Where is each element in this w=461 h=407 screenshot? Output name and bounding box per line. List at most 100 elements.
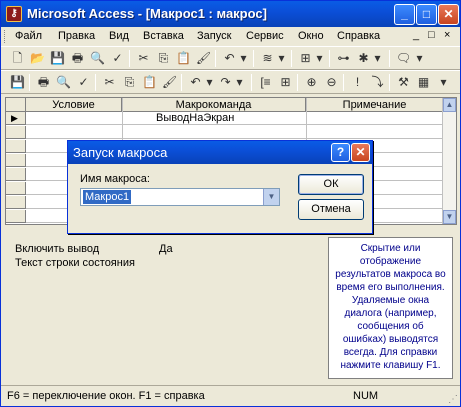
column-header-condition[interactable]: Условие bbox=[26, 98, 122, 112]
single-step-icon[interactable]: ⤵ bbox=[369, 74, 386, 91]
grid-header: Условие Макрокоманда Примечание bbox=[6, 98, 444, 112]
macro-names-icon[interactable]: [≡ bbox=[257, 74, 274, 91]
row-selector[interactable] bbox=[6, 154, 26, 167]
office-links-dropdown-icon[interactable]: ▾ bbox=[273, 50, 290, 67]
scroll-down-icon[interactable]: ▼ bbox=[443, 210, 456, 224]
menu-view[interactable]: Вид bbox=[109, 30, 129, 42]
insert-rows-icon[interactable]: ⊕ bbox=[303, 74, 320, 91]
relationships-icon[interactable]: ⊶ bbox=[335, 50, 352, 67]
help-icon[interactable]: 🗨 bbox=[395, 50, 412, 67]
menu-run[interactable]: Запуск bbox=[197, 30, 231, 42]
toolbar-separator bbox=[129, 50, 130, 67]
maximize-button[interactable]: □ bbox=[416, 4, 437, 25]
spelling-icon[interactable]: ✓ bbox=[109, 50, 126, 67]
copy-icon[interactable]: ⎘ bbox=[155, 50, 172, 67]
row-selector[interactable] bbox=[6, 168, 26, 181]
toolbar-separator bbox=[215, 50, 216, 67]
toolbar-separator bbox=[181, 74, 182, 91]
chevron-down-icon[interactable]: ▼ bbox=[263, 189, 279, 205]
toolbar-separator bbox=[343, 74, 344, 91]
menu-window[interactable]: Окно bbox=[298, 30, 324, 42]
delete-rows-icon[interactable]: ⊖ bbox=[323, 74, 340, 91]
scroll-up-icon[interactable]: ▲ bbox=[443, 98, 456, 112]
dialog-help-button[interactable]: ? bbox=[331, 143, 350, 162]
undo-dropdown-icon[interactable]: ▾ bbox=[201, 74, 218, 91]
ok-button[interactable]: ОК bbox=[298, 174, 364, 195]
standard-toolbar: 🗋 📂 💾 🖶 🔍 ✓ ✂ ⎘ 📋 🖌 ↶ ▾ ≋ ▾ ⊞ ▾ ⊶ ✱ ▾ 🗨 … bbox=[1, 46, 460, 70]
new-icon[interactable]: 🗋 bbox=[9, 50, 26, 67]
database-window-icon[interactable]: ▦ bbox=[415, 74, 432, 91]
column-header-action[interactable]: Макрокоманда bbox=[122, 98, 306, 112]
doc-minimize-button[interactable]: _ bbox=[413, 29, 419, 41]
paste-icon[interactable]: 📋 bbox=[141, 74, 158, 91]
row-selector[interactable] bbox=[6, 126, 26, 139]
close-button[interactable]: ✕ bbox=[438, 4, 459, 25]
arg-value-echo-on[interactable]: Да bbox=[159, 243, 173, 255]
menubar-grip[interactable] bbox=[4, 30, 7, 43]
table-row[interactable]: ▶ ВыводНаЭкран bbox=[6, 112, 444, 125]
run-macro-dialog: Запуск макроса ? ✕ Имя макроса: Макрос1 … bbox=[67, 140, 373, 234]
run-icon[interactable]: ! bbox=[349, 74, 366, 91]
help-text-box: Скрытие или отображение результатов макр… bbox=[328, 237, 453, 379]
paste-icon[interactable]: 📋 bbox=[175, 50, 192, 67]
build-icon[interactable]: ⚒ bbox=[395, 74, 412, 91]
format-painter-icon[interactable]: 🖌 bbox=[161, 74, 178, 91]
arg-label-status-text[interactable]: Текст строки состояния bbox=[15, 257, 135, 269]
toolbar-separator bbox=[291, 50, 292, 67]
save-icon[interactable]: 💾 bbox=[49, 50, 66, 67]
row-selector[interactable] bbox=[6, 140, 26, 153]
column-header-comment[interactable]: Примечание bbox=[306, 98, 444, 112]
toolbar-separator bbox=[329, 50, 330, 67]
macro-name-value[interactable]: Макрос1 bbox=[83, 190, 132, 204]
format-painter-icon[interactable]: 🖌 bbox=[195, 50, 212, 67]
toolbar-separator bbox=[253, 50, 254, 67]
access-key-icon[interactable]: ⚷ bbox=[6, 6, 22, 22]
row-selector[interactable] bbox=[6, 210, 26, 223]
toolbar-separator bbox=[297, 74, 298, 91]
print-icon[interactable]: 🖶 bbox=[35, 74, 52, 91]
spelling-icon[interactable]: ✓ bbox=[75, 74, 92, 91]
print-icon[interactable]: 🖶 bbox=[69, 50, 86, 67]
save-icon[interactable]: 💾 bbox=[9, 74, 26, 91]
row-action[interactable]: ВыводНаЭкран bbox=[156, 112, 234, 124]
toolbar-options-icon[interactable]: ▾ bbox=[411, 50, 428, 67]
print-preview-icon[interactable]: 🔍 bbox=[55, 74, 72, 91]
macro-name-combo[interactable]: Макрос1 ▼ bbox=[80, 188, 280, 206]
print-preview-icon[interactable]: 🔍 bbox=[89, 50, 106, 67]
redo-dropdown-icon[interactable]: ▾ bbox=[231, 74, 248, 91]
resize-grip-icon[interactable]: ⋰ bbox=[448, 394, 458, 405]
analyze-dropdown-icon[interactable]: ▾ bbox=[311, 50, 328, 67]
dialog-close-button[interactable]: ✕ bbox=[351, 143, 370, 162]
toolbar-options-icon[interactable]: ▾ bbox=[435, 74, 452, 91]
cut-icon[interactable]: ✂ bbox=[101, 74, 118, 91]
undo-dropdown-icon[interactable]: ▾ bbox=[235, 50, 252, 67]
grid-vertical-scrollbar[interactable]: ▲ ▼ bbox=[442, 98, 456, 224]
table-row[interactable] bbox=[6, 126, 444, 139]
menu-bar: Файл Правка Вид Вставка Запуск Сервис Ок… bbox=[1, 27, 460, 46]
row-selector[interactable] bbox=[6, 182, 26, 195]
dialog-title-bar: Запуск макроса ? ✕ bbox=[68, 141, 372, 164]
menu-insert[interactable]: Вставка bbox=[143, 30, 184, 42]
doc-restore-button[interactable]: □ bbox=[428, 29, 435, 41]
toolbar-separator bbox=[389, 50, 390, 67]
minimize-button[interactable]: _ bbox=[394, 4, 415, 25]
grid-corner[interactable] bbox=[6, 98, 26, 112]
row-selector-current[interactable]: ▶ bbox=[6, 112, 26, 125]
open-icon[interactable]: 📂 bbox=[29, 50, 46, 67]
status-bar: F6 = переключение окон. F1 = справка NUM… bbox=[1, 385, 460, 406]
status-message: F6 = переключение окон. F1 = справка bbox=[7, 390, 205, 402]
toolbar-separator bbox=[389, 74, 390, 91]
conditions-icon[interactable]: ⊞ bbox=[277, 74, 294, 91]
cancel-button[interactable]: Отмена bbox=[298, 199, 364, 220]
menu-help[interactable]: Справка bbox=[337, 30, 380, 42]
row-selector[interactable] bbox=[6, 196, 26, 209]
new-object-dropdown-icon[interactable]: ▾ bbox=[369, 50, 386, 67]
cut-icon[interactable]: ✂ bbox=[135, 50, 152, 67]
menu-file[interactable]: Файл bbox=[15, 30, 42, 42]
copy-icon[interactable]: ⎘ bbox=[121, 74, 138, 91]
menu-tools[interactable]: Сервис bbox=[246, 30, 284, 42]
menu-edit[interactable]: Правка bbox=[58, 30, 95, 42]
arg-label-echo-on[interactable]: Включить вывод bbox=[15, 243, 99, 255]
action-arguments-panel: Включить вывод Да Текст строки состояния… bbox=[5, 231, 457, 381]
doc-close-button[interactable]: × bbox=[444, 29, 450, 41]
